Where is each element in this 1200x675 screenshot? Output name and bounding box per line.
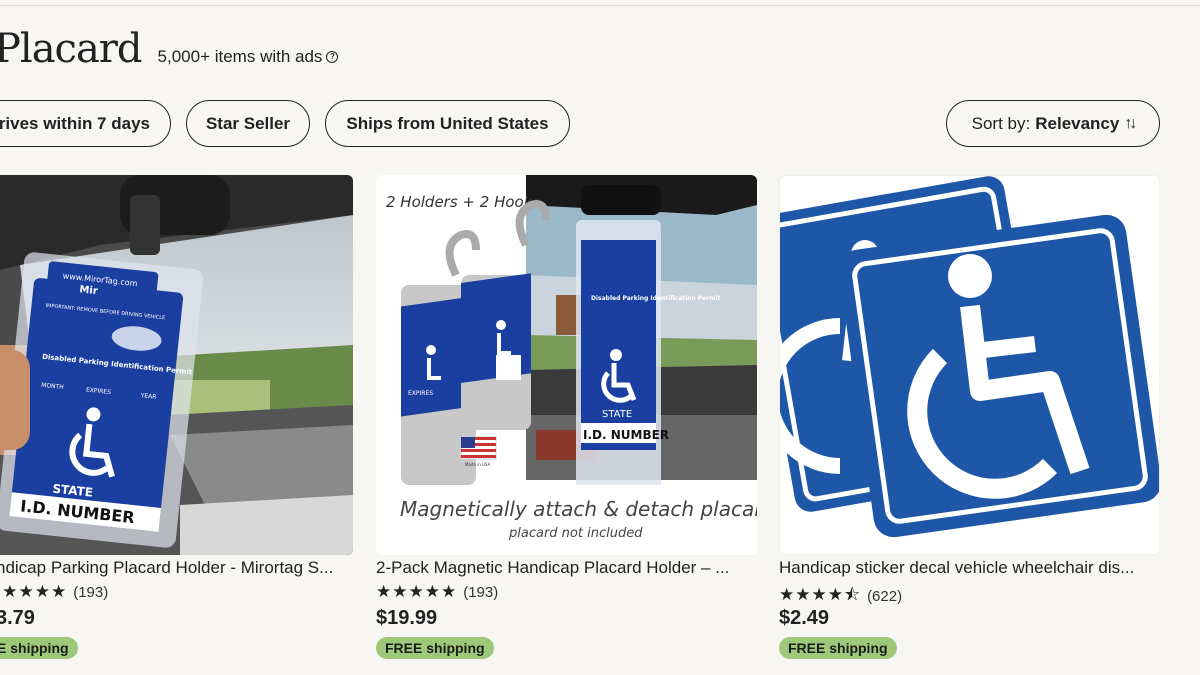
placard2-permit: Disabled Parking Identification Permit: [591, 295, 720, 302]
product-price-3: $2.49: [779, 607, 830, 629]
star-rating-icon: ★★★★★: [376, 582, 458, 601]
made-in-usa-text: Made in USA: [465, 462, 491, 467]
wheelchair-sticker-front: [838, 214, 1159, 538]
top-divider: [0, 5, 1200, 6]
product-price-2: $19.99: [376, 607, 438, 629]
placard-brand: Mir: [79, 284, 98, 297]
filter-chip-label: Ships from United States: [346, 113, 549, 133]
product-image-2[interactable]: 2 Holders + 2 Hooks EXPIRES Disabled Par…: [376, 175, 757, 555]
free-shipping-badge: FREE shipping: [779, 637, 897, 659]
product-title-1[interactable]: ndicap Parking Placard Holder - Mirortag…: [0, 558, 356, 578]
filter-chip-label: Star Seller: [205, 113, 291, 133]
product-image-3[interactable]: [779, 175, 1160, 555]
review-count: (622): [867, 588, 903, 605]
placard2-id: I.D. NUMBER: [583, 428, 669, 442]
svg-text:EXPIRES: EXPIRES: [408, 390, 433, 397]
review-count: (193): [73, 583, 109, 601]
product-rating-1: ★★★★★ (193): [0, 582, 108, 602]
sort-value: Relevancy: [1035, 113, 1120, 133]
filter-chip-arrives[interactable]: rives within 7 days: [0, 100, 171, 147]
sort-prefix: Sort by:: [971, 113, 1031, 133]
product-title-3[interactable]: Handicap sticker decal vehicle wheelchai…: [779, 558, 1159, 578]
question-circle-icon[interactable]: ?: [326, 51, 339, 63]
search-header: Placard 5,000+ items with ads ?: [0, 26, 339, 72]
page-title: Placard: [0, 26, 143, 72]
review-count: (193): [463, 583, 499, 601]
placard2-state: STATE: [602, 409, 632, 420]
filter-chip-ships-from-us[interactable]: Ships from United States: [325, 100, 570, 147]
filter-chip-star-seller[interactable]: Star Seller: [186, 100, 310, 147]
product-price-1: 3.79: [0, 607, 35, 629]
sort-button[interactable]: Sort by: Relevancy ↑↓: [946, 100, 1160, 147]
product-rating-2: ★★★★★ (193): [376, 582, 498, 602]
caption-top: 2 Holders + 2 Hooks: [386, 193, 540, 211]
free-shipping-badge: E shipping: [0, 637, 78, 659]
sort-arrows-icon: ↑↓: [1124, 114, 1137, 132]
caption-main: Magnetically attach & detach placard: [400, 497, 757, 521]
product-title-2[interactable]: 2-Pack Magnetic Handicap Placard Holder …: [376, 558, 756, 578]
free-shipping-badge: FREE shipping: [376, 637, 494, 659]
product-image-1[interactable]: www.MirorTag.com Mir IMPORTANT: REMOVE B…: [0, 175, 353, 555]
caption-sub: placard not included: [508, 526, 643, 541]
star-rating-icon: ★★★★★: [0, 582, 68, 601]
result-count-text: 5,000+ items with ads: [157, 47, 323, 66]
result-count: 5,000+ items with ads ?: [158, 47, 339, 67]
filter-chip-label: rives within 7 days: [0, 113, 150, 133]
